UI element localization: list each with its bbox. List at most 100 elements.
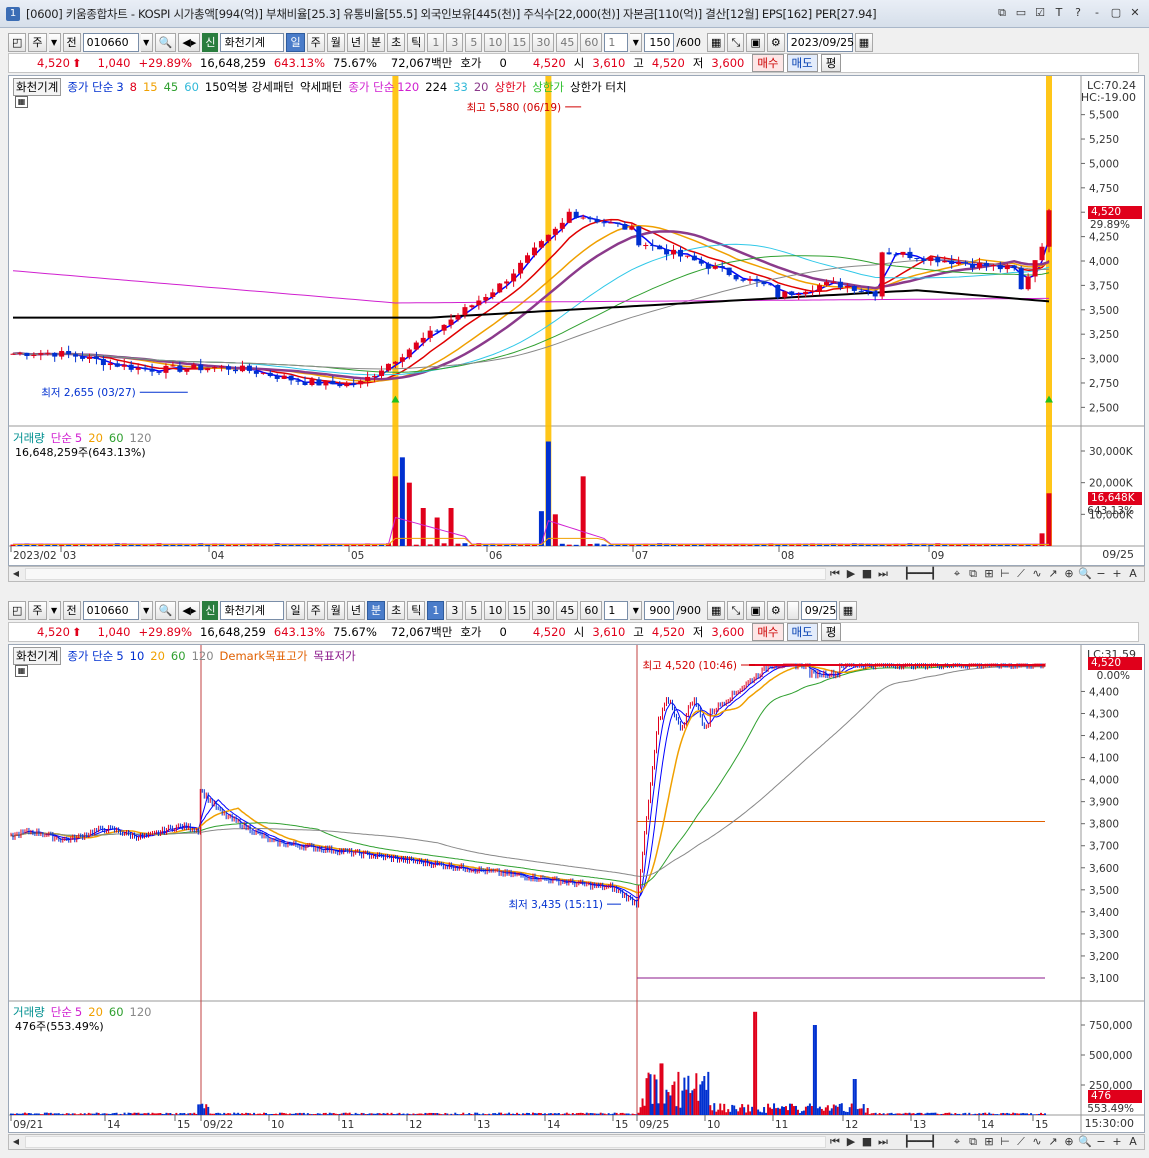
range-input[interactable]: 900 — [644, 600, 675, 620]
chevron-down-icon[interactable]: ▼ — [630, 32, 643, 52]
legend-demark-high[interactable]: Demark목표고가 — [220, 648, 308, 664]
link-icon[interactable]: ⧉ — [994, 5, 1010, 21]
legend-pattern-bull[interactable]: 150억봉 강세패턴 — [205, 79, 294, 95]
legend-ma-label[interactable]: 종가 단순 — [67, 79, 113, 95]
target-icon[interactable]: ⊕ — [1062, 1135, 1076, 1149]
period-minute[interactable]: 분 — [366, 600, 386, 620]
period-second[interactable]: 초 — [387, 600, 406, 620]
last-icon[interactable]: ⏭ — [876, 1135, 890, 1149]
stock-code-input[interactable]: 010660 — [82, 600, 139, 620]
top-chart-panel[interactable]: 5,5005,2505,0004,7504,5004,2504,0003,750… — [8, 75, 1145, 566]
toolset-icon[interactable]: ▦ — [707, 600, 726, 620]
chevron-down-icon[interactable]: ▼ — [630, 600, 643, 620]
interval-custom-input[interactable]: 1 — [604, 32, 629, 52]
date-input[interactable]: 09/25 — [800, 600, 837, 620]
legend-demark-low[interactable]: 목표저가 — [313, 648, 355, 664]
interval-5[interactable]: 5 — [465, 32, 483, 52]
chevron-down-icon[interactable]: ▼ — [140, 600, 153, 620]
eval-button[interactable]: 평 — [820, 623, 842, 641]
period-year[interactable]: 년 — [346, 32, 365, 52]
search-icon[interactable]: 🔍 — [154, 600, 177, 620]
help-icon[interactable]: ? — [1070, 5, 1086, 21]
first-icon[interactable]: ⏮ — [828, 1135, 842, 1149]
zoom-icon[interactable]: 🔍 — [1078, 567, 1092, 581]
period-second[interactable]: 초 — [387, 32, 406, 52]
chart-config-icon[interactable]: ◰ — [8, 32, 27, 52]
interval-45[interactable]: 45 — [556, 32, 579, 52]
grid-toggle-icon[interactable]: ▦ — [15, 665, 28, 677]
stock-code-input[interactable]: 010660 — [82, 32, 139, 52]
chevron-down-icon[interactable]: ▼ — [48, 600, 61, 620]
first-icon[interactable]: ⏮ — [828, 567, 842, 581]
compare-icon[interactable]: ⤡ — [727, 32, 745, 52]
legend-upper[interactable]: 상한가 — [494, 79, 526, 95]
scroll-track[interactable] — [25, 1136, 826, 1148]
bottom-chart-canvas[interactable]: 4,400 4,300 4,200 4,100 4,000 3,900 3,800 3,700… — [9, 645, 1144, 1132]
market-type-select[interactable]: 주 — [28, 32, 47, 52]
zoom-out-icon[interactable]: − — [1094, 1135, 1108, 1149]
scroll-track[interactable] — [25, 568, 826, 580]
tile-icon[interactable]: ⊞ — [982, 1135, 996, 1149]
buy-button[interactable]: 매수 — [752, 623, 784, 641]
save-icon[interactable]: ▣ — [746, 600, 765, 620]
play-icon[interactable]: ▶ — [844, 1135, 858, 1149]
speaker-icon[interactable]: ◀▸ — [178, 600, 201, 620]
legend-pattern-bear[interactable]: 약세패턴 — [300, 79, 342, 95]
chevron-down-icon[interactable]: ▼ — [140, 32, 153, 52]
bottom-chart-panel[interactable]: 4,400 4,300 4,200 4,100 4,000 3,900 3,800 3,700… — [8, 644, 1145, 1133]
scroll-left-icon[interactable]: ◀ — [9, 567, 23, 581]
wave-icon[interactable]: ∿ — [1030, 1135, 1044, 1149]
toolset-icon[interactable]: ▦ — [707, 32, 726, 52]
interval-45[interactable]: 45 — [556, 600, 579, 620]
line-icon[interactable]: ⟋ — [1014, 1135, 1028, 1149]
crosshair-icon[interactable]: ⌖ — [950, 567, 964, 581]
stop-icon[interactable]: ■ — [860, 1135, 874, 1149]
buy-button[interactable]: 매수 — [752, 54, 784, 72]
calendar-icon[interactable]: ▦ — [854, 32, 874, 52]
window-icon[interactable]: ⧉ — [966, 567, 980, 581]
period-tick[interactable]: 틱 — [407, 32, 426, 52]
date-input[interactable]: 2023/09/25 — [786, 32, 854, 52]
interval-10[interactable]: 10 — [484, 600, 507, 620]
zoom-slider[interactable]: ┣━━━┫ — [892, 1135, 948, 1149]
zoom-out-icon[interactable]: − — [1094, 567, 1108, 581]
legend-stock-name[interactable]: 화천기계 — [13, 78, 62, 96]
grid-toggle-icon[interactable]: ▦ — [15, 96, 28, 108]
interval-3[interactable]: 3 — [446, 32, 464, 52]
chevron-down-icon[interactable]: ▼ — [48, 32, 61, 52]
calendar-icon[interactable]: ▦ — [838, 600, 858, 620]
compare-icon[interactable]: ⤡ — [727, 600, 745, 620]
layout-icon[interactable]: ▭ — [1013, 5, 1029, 21]
minimize-icon[interactable]: ‑ — [1089, 5, 1105, 21]
interval-30[interactable]: 30 — [532, 600, 555, 620]
period-month[interactable]: 월 — [326, 32, 345, 52]
search-icon[interactable]: 🔍 — [154, 32, 177, 52]
gear-icon[interactable]: ⚙ — [766, 600, 785, 620]
chart-config-icon[interactable]: ◰ — [8, 600, 27, 620]
period-month[interactable]: 월 — [326, 600, 345, 620]
legend-upper2[interactable]: 상한가 — [532, 79, 564, 95]
sell-button[interactable]: 매도 — [786, 54, 818, 72]
window-icon[interactable]: ⧉ — [966, 1135, 980, 1149]
period-day[interactable]: 일 — [286, 32, 305, 52]
interval-60[interactable]: 60 — [580, 32, 603, 52]
font-icon[interactable]: A — [1126, 1135, 1140, 1149]
legend-ma2-label[interactable]: 종가 단순 — [348, 79, 394, 95]
bottom-scrollbar[interactable]: ◀ ⏮ ▶ ■ ⏭ ┣━━━┫ ⌖ ⧉ ⊞ ⊢ ⟋ ∿ ↗ ⊕ 🔍 − + A — [8, 1134, 1145, 1150]
period-week[interactable]: 주 — [306, 600, 325, 620]
text-icon[interactable]: T — [1051, 5, 1067, 21]
interval-1[interactable]: 1 — [427, 600, 445, 620]
font-icon[interactable]: A — [1126, 567, 1140, 581]
save-icon[interactable]: ▣ — [746, 32, 765, 52]
speaker-icon[interactable]: ◀▸ — [178, 32, 201, 52]
period-week[interactable]: 주 — [306, 32, 325, 52]
fib-icon[interactable]: ⊢ — [998, 1135, 1012, 1149]
line-icon[interactable]: ⟋ — [1014, 567, 1028, 581]
interval-60[interactable]: 60 — [580, 600, 603, 620]
legend-upper-touch[interactable]: 상한가 터치 — [570, 79, 627, 95]
range-input[interactable]: 150 — [644, 32, 675, 52]
prev-button[interactable]: 전 — [62, 600, 81, 620]
sell-button[interactable]: 매도 — [786, 623, 818, 641]
maximize-icon[interactable]: ▢ — [1108, 5, 1124, 21]
legend-stock-name[interactable]: 화천기계 — [13, 647, 62, 665]
